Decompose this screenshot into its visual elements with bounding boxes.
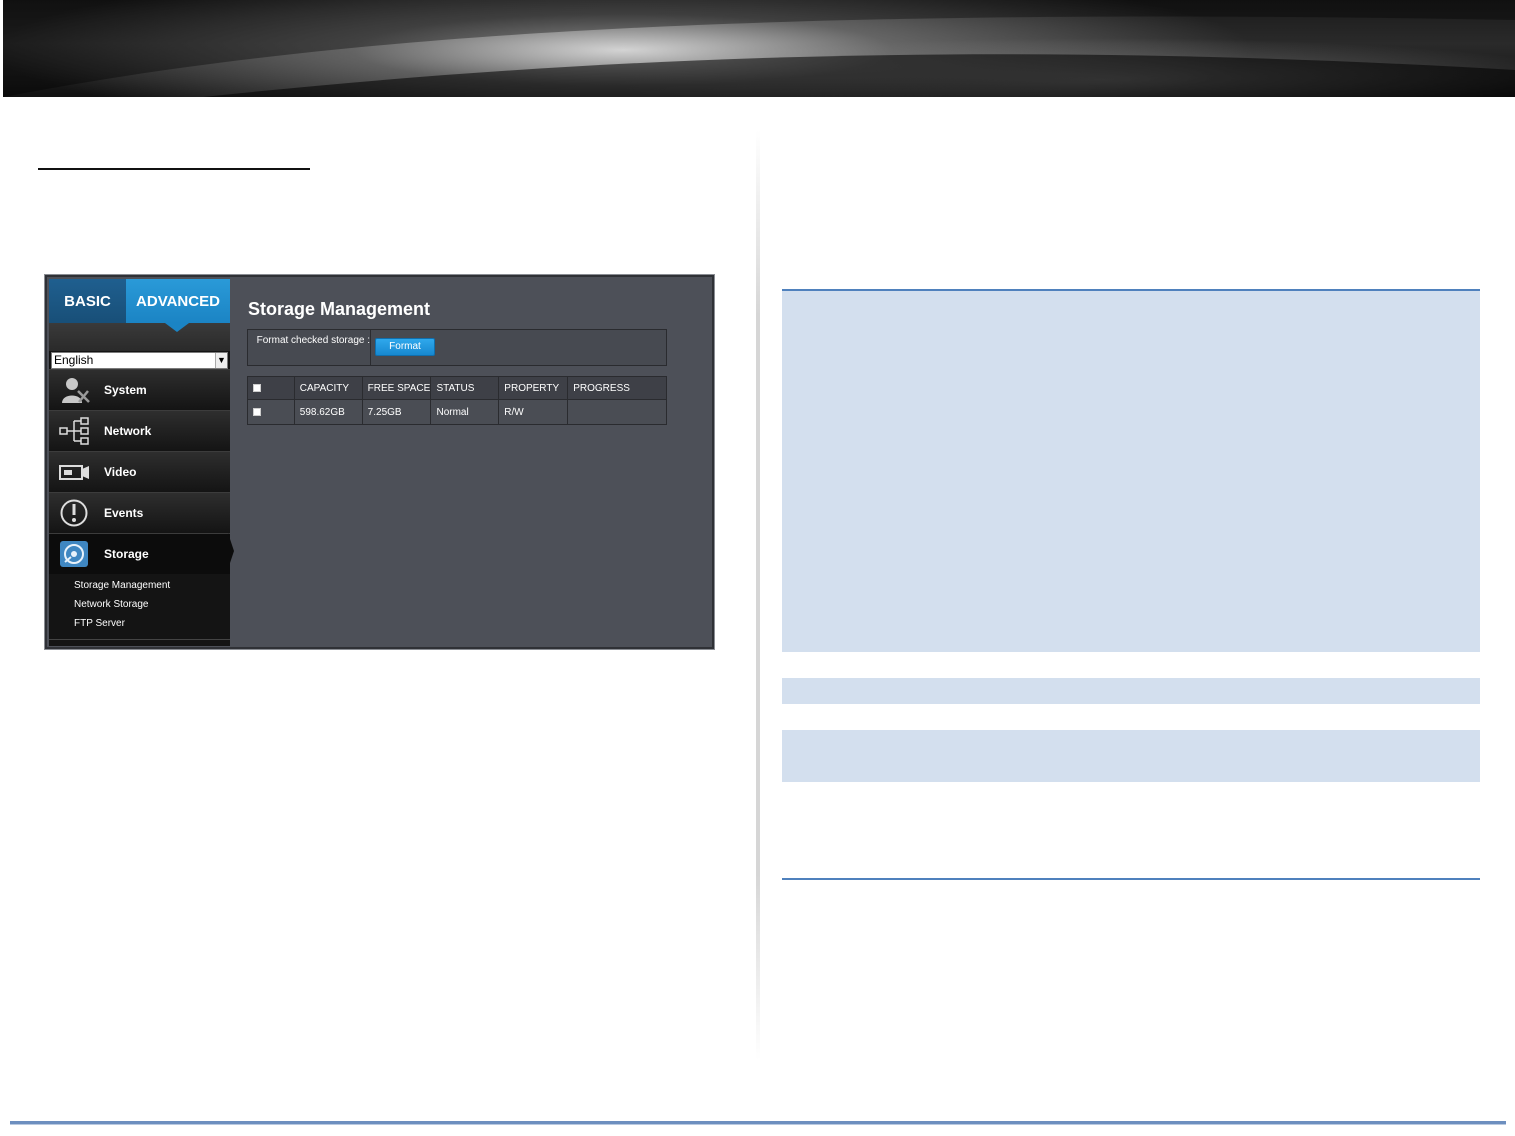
- sidebar-item-label: System: [104, 383, 147, 397]
- progress-cell: [567, 399, 667, 425]
- manual-page: BASIC ADVANCED English ▼ System Network …: [0, 0, 1515, 1136]
- sidebar-item-label: Network: [104, 424, 152, 438]
- banner-swoosh: [3, 0, 1515, 97]
- chevron-down-icon[interactable]: ▼: [215, 353, 227, 368]
- sidebar-item-events[interactable]: Events: [49, 492, 230, 533]
- sidebar-divider: [49, 639, 230, 640]
- table-bottom-rule: [782, 878, 1480, 880]
- format-button[interactable]: Format: [375, 338, 435, 356]
- submenu-storage-management[interactable]: Storage Management: [74, 580, 170, 591]
- column-header: PROPERTY: [498, 376, 569, 400]
- row-checkbox[interactable]: [253, 407, 261, 416]
- section-heading-underline: [38, 168, 310, 170]
- column-header: STATUS: [430, 376, 500, 400]
- shaded-block: [782, 291, 1480, 652]
- sidebar-item-storage[interactable]: Storage: [49, 533, 230, 574]
- network-tree-icon: [59, 417, 89, 445]
- submenu-network-storage[interactable]: Network Storage: [74, 599, 148, 610]
- storage-table: CAPACITY FREE SPACE STATUS PROPERTY PROG…: [247, 376, 667, 425]
- header-banner: [3, 0, 1515, 97]
- sidebar-item-label: Events: [104, 506, 144, 520]
- column-header: FREE SPACE: [361, 376, 432, 400]
- sidebar-item-label: Storage: [104, 547, 149, 561]
- active-tab-pointer: [165, 323, 189, 332]
- select-all-cell: [247, 376, 295, 400]
- language-select[interactable]: English ▼: [51, 352, 228, 369]
- format-row: Format checked storage : Format: [247, 329, 667, 366]
- format-row-divider: [370, 330, 371, 365]
- shaded-block: [782, 730, 1480, 782]
- tab-advanced[interactable]: ADVANCED: [126, 279, 230, 323]
- sidebar-spacer: [49, 323, 230, 351]
- sidebar-item-network[interactable]: Network: [49, 410, 230, 451]
- format-label: Format checked storage :: [256, 335, 370, 346]
- status-cell: Normal: [430, 399, 500, 425]
- tab-basic[interactable]: BASIC: [49, 279, 126, 323]
- select-all-checkbox[interactable]: [253, 383, 261, 392]
- submenu-ftp-server[interactable]: FTP Server: [74, 618, 125, 629]
- video-camera-icon: [59, 465, 89, 480]
- camera-ui-screenshot: BASIC ADVANCED English ▼ System Network …: [44, 274, 715, 650]
- column-divider: [756, 130, 760, 1060]
- sidebar: BASIC ADVANCED English ▼ System Network …: [49, 279, 230, 646]
- row-select-cell: [247, 399, 295, 425]
- table-row: 598.62GB 7.25GB Normal R/W: [247, 399, 667, 425]
- system-tools-icon: [62, 378, 90, 403]
- language-select-value: English: [54, 353, 94, 367]
- sidebar-item-video[interactable]: Video: [49, 451, 230, 492]
- property-cell: R/W: [498, 399, 569, 425]
- sidebar-item-label: Video: [104, 465, 137, 479]
- active-item-pointer: [228, 533, 234, 569]
- column-header: PROGRESS: [567, 376, 667, 400]
- capacity-cell: 598.62GB: [293, 399, 363, 425]
- page-title: Storage Management: [248, 299, 431, 319]
- alert-icon: [60, 499, 88, 527]
- footer-rule: [10, 1121, 1506, 1125]
- free-space-cell: 7.25GB: [361, 399, 432, 425]
- shaded-block: [782, 678, 1480, 704]
- disk-icon: [60, 541, 88, 567]
- table-header-row: CAPACITY FREE SPACE STATUS PROPERTY PROG…: [247, 376, 667, 400]
- column-header: CAPACITY: [293, 376, 363, 400]
- sidebar-item-system[interactable]: System: [49, 369, 230, 410]
